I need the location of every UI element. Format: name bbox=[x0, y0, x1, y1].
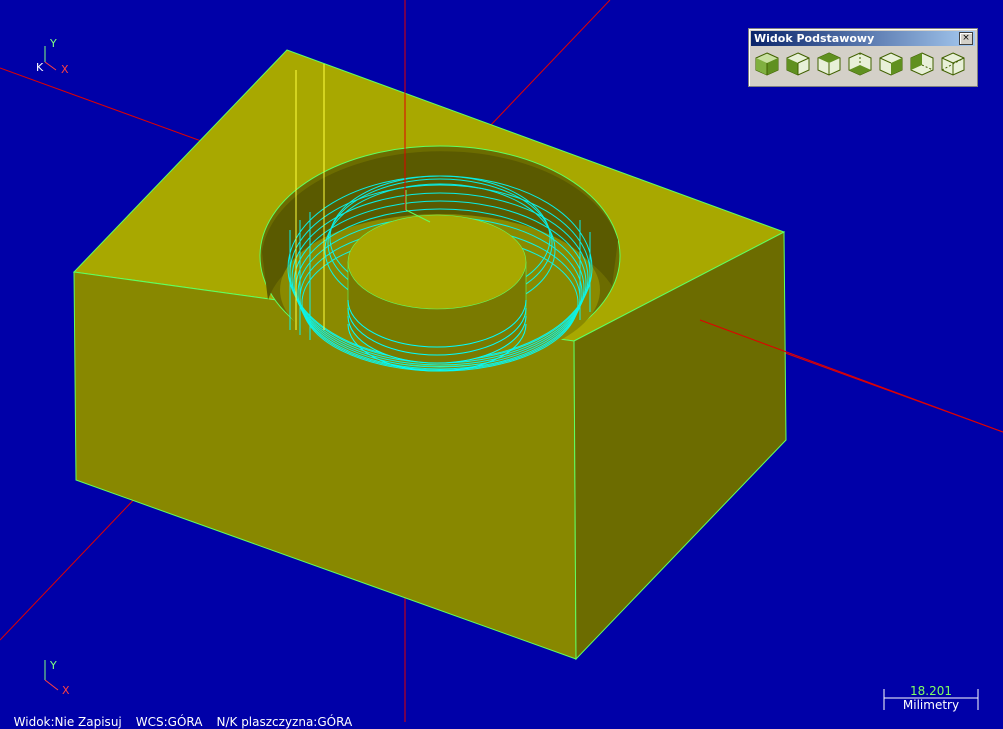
view-bottom-icon[interactable] bbox=[846, 50, 874, 78]
scale-value: 18.201 bbox=[910, 684, 952, 698]
status-view: Widok:Nie Zapisuj bbox=[13, 715, 122, 729]
view-wire-icon[interactable] bbox=[939, 50, 967, 78]
view-right-icon[interactable] bbox=[877, 50, 905, 78]
status-bar: Widok:Nie Zapisuj WCS:GÓRA N/K plaszczyzna… bbox=[6, 701, 366, 729]
triad-bottom-x-label: X bbox=[62, 684, 70, 697]
status-plane: N/K plaszczyzna:GÓRA bbox=[216, 715, 353, 729]
close-icon[interactable]: × bbox=[959, 32, 973, 45]
part-solid[interactable] bbox=[72, 49, 787, 661]
triad-top-x-label: X bbox=[61, 63, 69, 76]
standard-views-toolbar[interactable]: Widok Podstawowy × bbox=[748, 28, 978, 87]
view-buttons bbox=[753, 50, 967, 78]
toolbar-title: Widok Podstawowy bbox=[754, 32, 875, 45]
scale-unit: Milimetry bbox=[902, 698, 960, 712]
view-front-icon[interactable] bbox=[784, 50, 812, 78]
view-top-icon[interactable] bbox=[815, 50, 843, 78]
scale-indicator: 18.201 Milimetry bbox=[884, 684, 978, 712]
view-iso-icon[interactable] bbox=[753, 50, 781, 78]
status-wcs: WCS:GÓRA bbox=[135, 715, 203, 729]
toolbar-titlebar[interactable]: Widok Podstawowy × bbox=[751, 31, 975, 46]
island-top bbox=[347, 214, 527, 310]
triad-top-y-label: Y bbox=[50, 37, 57, 50]
graphics-viewport[interactable] bbox=[0, 0, 1003, 722]
triad-top-k-label: K bbox=[36, 61, 44, 74]
view-left-icon[interactable] bbox=[908, 50, 936, 78]
triad-bottom-y-label: Y bbox=[50, 659, 57, 672]
